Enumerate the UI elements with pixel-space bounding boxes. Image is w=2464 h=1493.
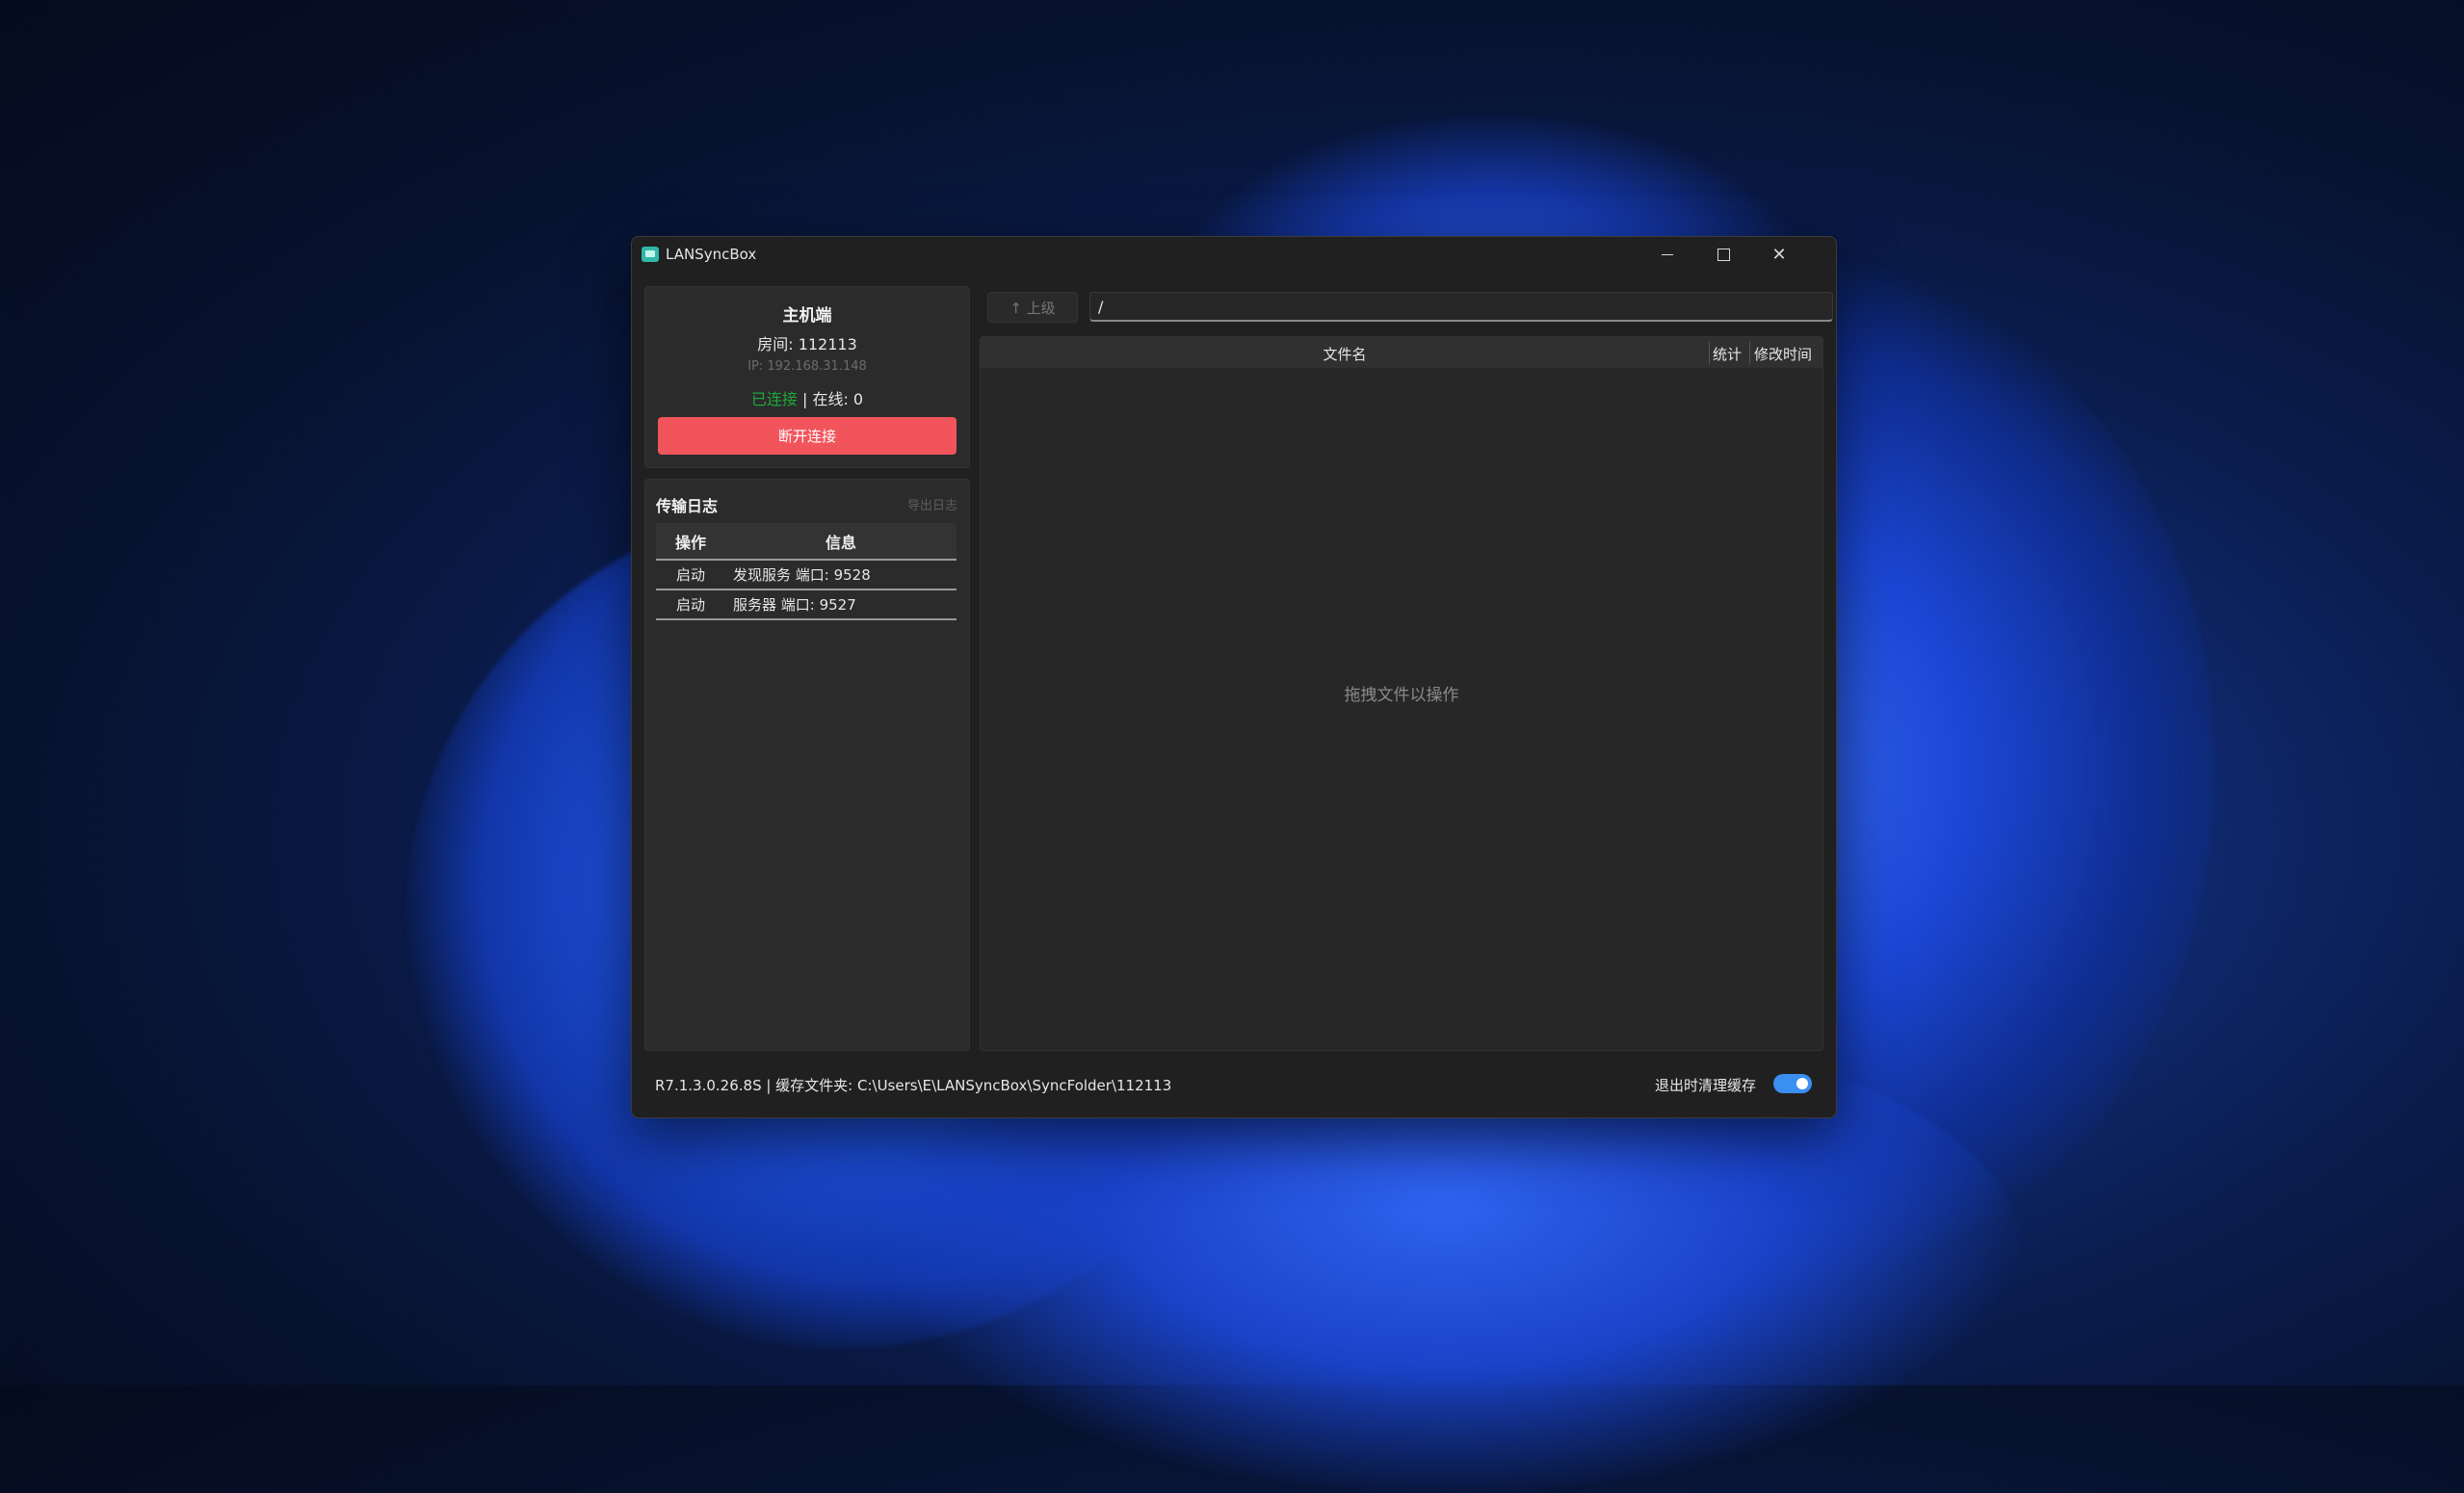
export-log-button[interactable]: 导出日志 xyxy=(907,495,957,513)
column-header-modified[interactable]: 修改时间 xyxy=(1754,344,1812,364)
maximize-button[interactable] xyxy=(1695,237,1751,272)
column-divider[interactable] xyxy=(1709,341,1710,364)
minimize-icon xyxy=(1662,253,1673,255)
close-button[interactable]: ✕ xyxy=(1751,237,1807,272)
drop-zone-hint: 拖拽文件以操作 xyxy=(1344,686,1459,705)
connected-badge: 已连接 xyxy=(750,390,798,408)
log-title: 传输日志 xyxy=(656,497,719,515)
clear-cache-label: 退出时清理缓存 xyxy=(1655,1077,1757,1094)
log-info: 服务器 端口: 9527 xyxy=(733,596,856,614)
column-header-stats[interactable]: 统计 xyxy=(1713,344,1742,364)
column-header-action[interactable]: 操作 xyxy=(656,530,725,553)
status-footer: R7.1.3.0.26.8S | 缓存文件夹: C:\Users\E\LANSy… xyxy=(655,1077,1172,1094)
transfer-log-panel: 传输日志 导出日志 操作 信息 启动 发现服务 端口: 9528 启动 服务器 … xyxy=(644,479,970,1051)
ip-label: IP: 192.168.31.148 xyxy=(747,359,867,374)
disconnect-button[interactable]: 断开连接 xyxy=(658,417,957,455)
column-header-filename[interactable]: 文件名 xyxy=(981,344,1709,364)
file-list-header: 文件名 统计 修改时间 xyxy=(981,337,1822,368)
close-icon: ✕ xyxy=(1771,244,1787,265)
host-panel: 主机端 房间: 112113 IP: 192.168.31.148 已连接 | … xyxy=(644,286,970,468)
log-row[interactable]: 启动 服务器 端口: 9527 xyxy=(656,590,957,620)
window-title: LANSyncBox xyxy=(666,246,757,263)
online-count: | 在线: 0 xyxy=(797,390,864,408)
app-window: LANSyncBox ✕ 主机端 房间: 112113 IP: 192.168.… xyxy=(631,236,1837,1118)
app-logo-icon xyxy=(642,247,659,262)
maximize-icon xyxy=(1717,248,1730,261)
log-table: 操作 信息 启动 发现服务 端口: 9528 启动 服务器 端口: 9527 xyxy=(656,523,957,620)
clear-cache-toggle[interactable] xyxy=(1773,1074,1812,1093)
file-list-panel[interactable]: 文件名 统计 修改时间 拖拽文件以操作 xyxy=(980,336,1823,1051)
log-action: 启动 xyxy=(675,596,705,614)
column-divider[interactable] xyxy=(1749,341,1750,364)
room-label: 房间: 112113 xyxy=(757,335,857,354)
log-action: 启动 xyxy=(675,566,705,584)
log-table-header: 操作 信息 xyxy=(656,523,957,561)
host-title: 主机端 xyxy=(782,306,832,326)
minimize-button[interactable] xyxy=(1639,237,1695,272)
log-info: 发现服务 端口: 9528 xyxy=(733,566,871,584)
log-row[interactable]: 启动 发现服务 端口: 9528 xyxy=(656,561,957,590)
column-header-info[interactable]: 信息 xyxy=(725,530,957,553)
parent-folder-button[interactable]: ↑ 上级 xyxy=(987,292,1078,323)
connection-status: 已连接 | 在线: 0 xyxy=(645,386,969,409)
title-bar[interactable]: LANSyncBox ✕ xyxy=(632,237,1836,272)
toggle-knob xyxy=(1796,1078,1808,1089)
path-input[interactable] xyxy=(1089,292,1833,322)
